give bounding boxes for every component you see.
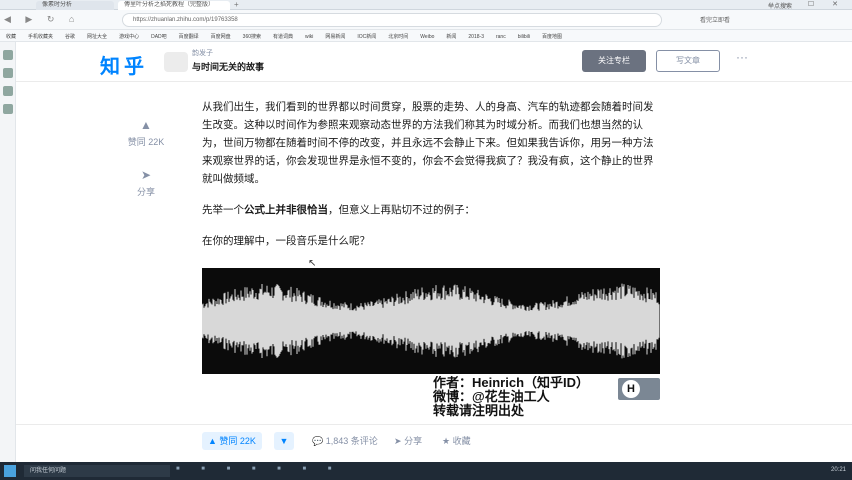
article-paragraph: 在你的理解中，一段音乐是什么呢？ <box>202 235 370 247</box>
taskbar-apps[interactable]: ■ ■ ■ ■ ■ ■ ■ <box>176 466 341 472</box>
bookmark-item[interactable]: bilibili <box>512 31 536 40</box>
comment-icon: 💬 <box>312 436 324 446</box>
bookmark-item[interactable]: Weibo <box>414 31 440 40</box>
article-paragraph: 先举一个公式上并非很恰当，但意义上再贴切不过的例子： <box>202 201 662 219</box>
bookmark-item[interactable]: 网易新闻 <box>319 30 351 40</box>
nav-buttons[interactable]: ◀ ▶ ↻ ⌂ <box>4 14 80 25</box>
column-title[interactable]: 与时间无关的故事 <box>192 60 264 73</box>
column-author[interactable]: 韵发子 <box>192 48 213 58</box>
dock-app-icon[interactable] <box>3 86 13 96</box>
side-upvote-label: 赞同 22K <box>127 137 165 147</box>
bookmark-item[interactable]: 2018-3 <box>462 31 490 40</box>
waveform-path <box>202 283 660 359</box>
favorite-button[interactable]: ★ 收藏 <box>442 434 471 447</box>
watermark-logo: H <box>618 378 660 400</box>
bookmark-item[interactable]: 收藏 <box>0 30 22 40</box>
bookmark-item[interactable]: wiki <box>299 31 319 40</box>
watermark-badge: H <box>622 380 640 398</box>
new-tab-button[interactable]: + <box>234 0 239 9</box>
bookmark-item[interactable]: 百度地图 <box>536 30 568 40</box>
windows-start-icon[interactable] <box>4 465 16 477</box>
zhihu-logo[interactable]: 知乎 <box>100 50 148 79</box>
url-input[interactable]: https://zhuanlan.zhihu.com/p/19763358 <box>122 13 662 27</box>
audio-waveform-image <box>202 268 660 374</box>
follow-column-button[interactable]: 关注专栏 <box>582 50 646 72</box>
waveform-graphic <box>202 283 660 359</box>
zhihu-header: 知乎 韵发子 与时间无关的故事 关注专栏 写文章 ··· <box>16 42 852 82</box>
star-icon: ★ <box>442 436 451 446</box>
side-share-label: 分享 <box>136 187 155 197</box>
share-icon: ➤ <box>140 168 152 182</box>
bookmark-item[interactable]: 谷歌 <box>59 30 81 40</box>
more-options-icon[interactable]: ··· <box>736 50 748 64</box>
bookmark-item[interactable]: IOC新闻 <box>351 30 382 40</box>
text-run: ，但意义上再贴切不过的例子： <box>328 204 475 216</box>
share-button[interactable]: ➤ 分享 <box>394 434 422 447</box>
watermark-repost: 转载请注明出处 <box>433 403 525 418</box>
comments-button[interactable]: 💬 1,843 条评论 <box>312 434 378 447</box>
bookmark-item[interactable]: 游戏中心 <box>113 30 145 40</box>
bookmark-item[interactable]: 百度翻译 <box>173 30 205 40</box>
address-bar: ◀ ▶ ↻ ⌂ https://zhuanlan.zhihu.com/p/197… <box>0 10 852 30</box>
upvote-icon: ▲ <box>140 118 152 132</box>
bookmark-item[interactable]: 百度网盘 <box>205 30 237 40</box>
addressbar-extra[interactable]: 看完立即看 <box>700 15 730 24</box>
os-taskbar: 问我任何问题 ■ ■ ■ ■ ■ ■ ■ 20:21 <box>0 462 852 480</box>
dock-app-icon[interactable] <box>3 104 13 114</box>
dock-app-icon[interactable] <box>3 68 13 78</box>
column-avatar[interactable] <box>164 52 188 72</box>
browser-tab-active[interactable]: 傅里叶分析之掐死教程（完整版） <box>118 1 230 10</box>
taskbar-search[interactable]: 问我任何问题 <box>24 465 170 477</box>
favorite-label: 收藏 <box>452 436 471 446</box>
text-run: 先举一个 <box>202 204 244 216</box>
browser-side-dock <box>0 42 16 462</box>
share-icon: ➤ <box>394 436 402 446</box>
upvote-button[interactable]: ▲ 赞同 22K <box>202 432 262 450</box>
bookmark-item[interactable]: 有道词典 <box>267 30 299 40</box>
window-controls[interactable]: — ☐ ✕ <box>783 0 846 8</box>
article-paragraph: 从我们出生，我们看到的世界都以时间贯穿，股票的走势、人的身高、汽车的轨迹都会随着… <box>202 101 654 185</box>
side-actions: ▲ 赞同 22K ➤ 分享 <box>116 118 176 218</box>
article-body: 从我们出生，我们看到的世界都以时间贯穿，股票的走势、人的身高、汽车的轨迹都会随着… <box>202 98 662 263</box>
browser-titlebar: 像素时分析 傅里叶分析之掐死教程（完整版） + 举点搜索 — ☐ ✕ <box>0 0 852 10</box>
article-action-bar: ▲ 赞同 22K ▼ 💬 1,843 条评论 ➤ 分享 ★ 收藏 <box>16 424 852 458</box>
bookmark-item[interactable]: 网址大全 <box>81 30 113 40</box>
taskbar-clock: 20:21 <box>830 467 846 473</box>
bookmark-item[interactable]: DAD吧 <box>145 30 173 40</box>
bookmark-item[interactable]: 手机收藏夹 <box>22 30 59 40</box>
browser-tab[interactable]: 像素时分析 <box>36 1 114 10</box>
dock-app-icon[interactable] <box>3 50 13 60</box>
side-share[interactable]: ➤ 分享 <box>116 168 176 198</box>
bookmark-item[interactable]: 新闻 <box>440 30 462 40</box>
bookmark-item[interactable]: ranc <box>490 31 512 40</box>
share-label: 分享 <box>404 436 423 446</box>
downvote-button[interactable]: ▼ <box>274 432 294 450</box>
bold-text: 公式上并非很恰当 <box>244 204 328 216</box>
write-article-button[interactable]: 写文章 <box>656 50 720 72</box>
bookmark-item[interactable]: 北京时间 <box>382 30 414 40</box>
bookmarks-bar: 收藏 手机收藏夹 谷歌 网址大全 游戏中心 DAD吧 百度翻译 百度网盘 360搜索 有道词典 wi… <box>0 30 852 42</box>
comments-label: 1,843 条评论 <box>325 436 378 446</box>
bookmark-item[interactable]: 360搜索 <box>237 30 267 40</box>
side-upvote[interactable]: ▲ 赞同 22K <box>116 118 176 148</box>
